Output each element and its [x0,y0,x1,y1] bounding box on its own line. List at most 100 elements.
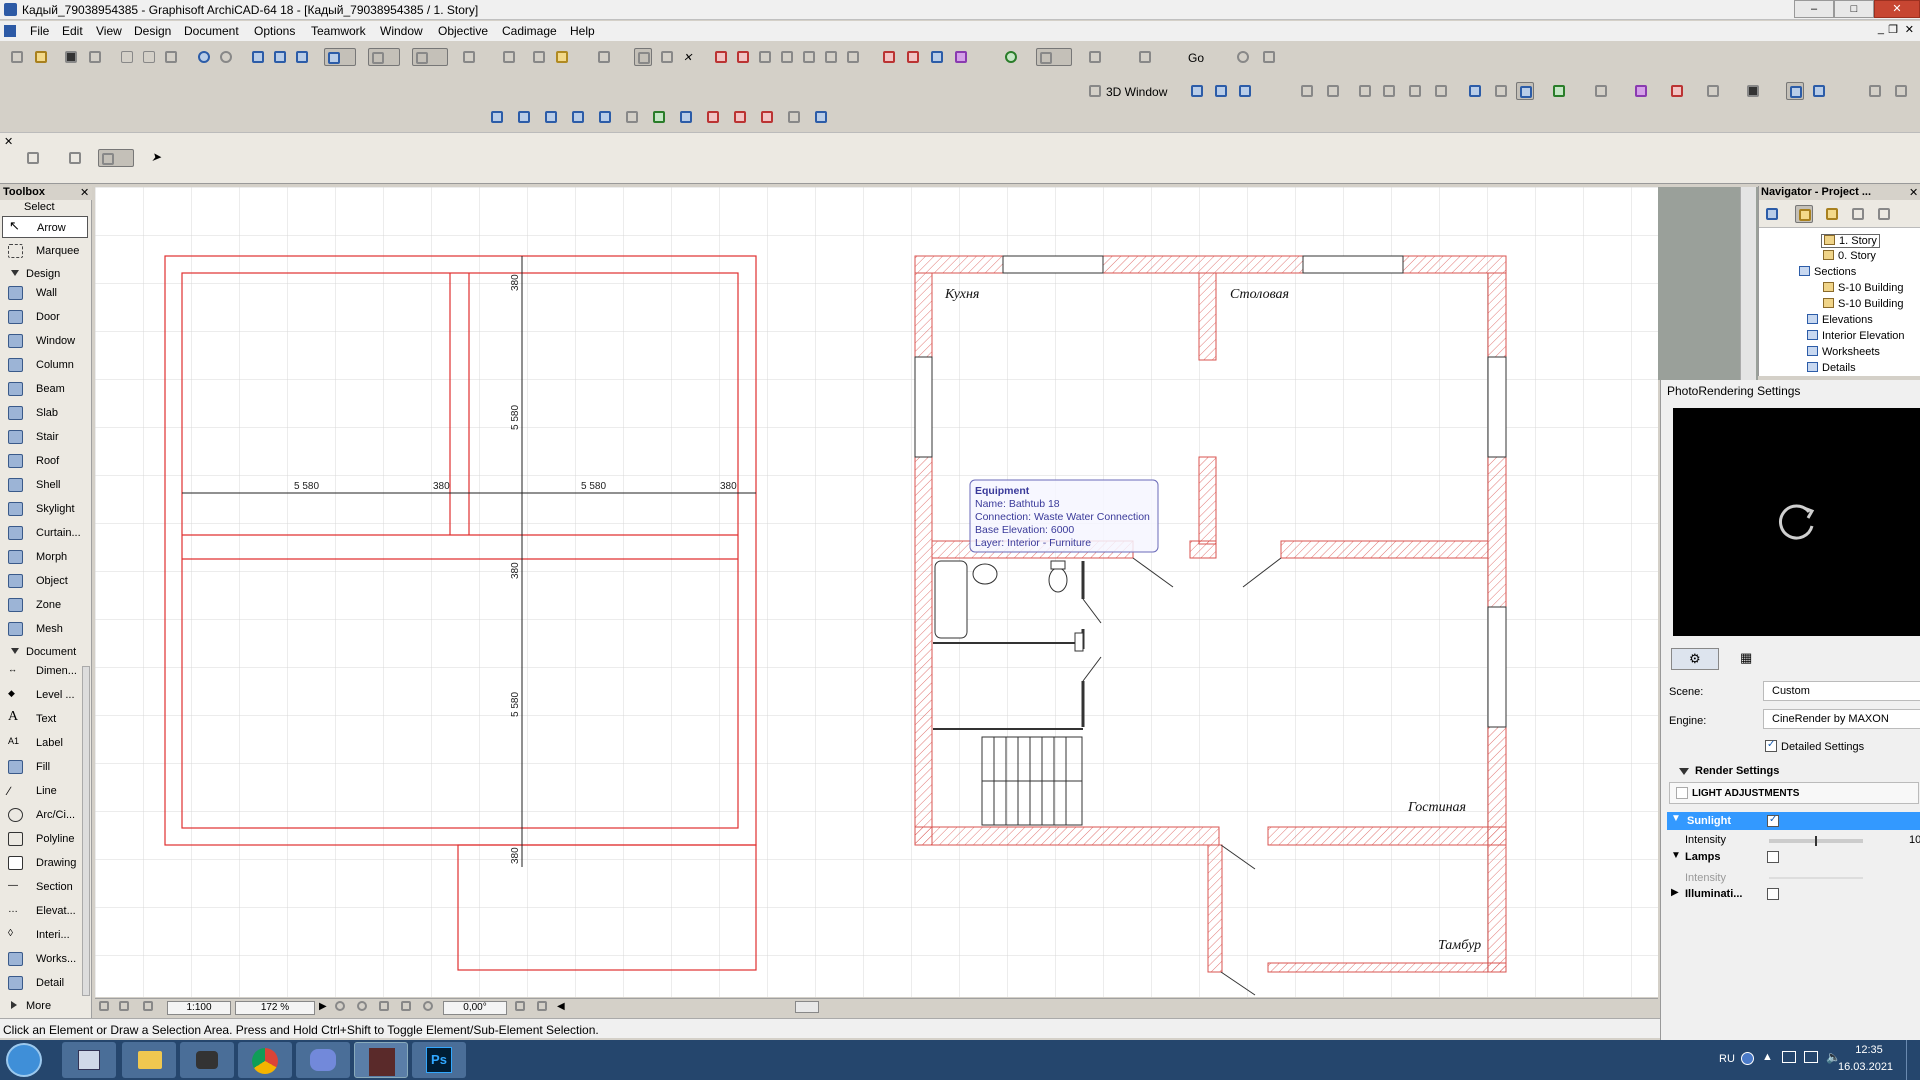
nav-item-details[interactable]: Details [1807,362,1856,374]
illumination-expand-icon[interactable]: ▶ [1671,887,1679,898]
copy-icon[interactable] [140,48,158,66]
tool-mesh[interactable]: Mesh [2,618,88,640]
section-3d-icon[interactable] [1406,82,1424,100]
cadimage-tool-1-icon[interactable] [488,108,506,126]
fit-window-icon[interactable] [399,999,415,1015]
fillet-icon[interactable] [822,48,840,66]
scroll-left-icon[interactable]: ◀ [557,1001,565,1012]
tool-elevation[interactable]: … Elevat... [2,900,88,922]
tool-zone[interactable]: Zone [2,594,88,616]
resize-icon[interactable] [904,48,922,66]
flag-tray-icon[interactable] [1782,1051,1796,1063]
room-label-kitchen[interactable]: Кухня [944,287,979,302]
tool-beam[interactable]: Beam [2,378,88,400]
mirror-icon[interactable] [712,48,730,66]
3d-window-icon[interactable] [1086,82,1104,100]
marquee-toolbar-icon[interactable] [634,48,652,66]
wall-vestibule-east[interactable] [1487,844,1507,973]
bathtub[interactable] [934,560,968,639]
wall-interior-h-right[interactable] [1280,540,1489,559]
teamwork-icon[interactable] [1002,48,1020,66]
cadimage-tool-2-icon[interactable] [515,108,533,126]
tool-line[interactable]: ∕ Line [2,780,88,802]
info-rotate-icon[interactable] [98,149,134,167]
clock-date[interactable]: 16.03.2021 [1838,1061,1893,1073]
solid-ops-icon[interactable] [952,48,970,66]
tool-window[interactable]: Window [2,330,88,352]
new-file-icon[interactable] [8,48,26,66]
menu-design[interactable]: Design [134,24,171,38]
inject-icon[interactable] [293,48,311,66]
3d-projection-icon[interactable] [1212,82,1230,100]
redo-icon[interactable] [217,48,235,66]
menu-objective[interactable]: Objective [438,24,488,38]
tool-polyline[interactable]: Polyline [2,828,88,850]
mdi-minimize-button[interactable]: _ [1878,23,1884,35]
illumination-checkbox[interactable] [1767,888,1779,900]
taskbar-explorer[interactable] [122,1042,176,1078]
stretch-icon[interactable] [928,48,946,66]
cadimage-tool-13-icon[interactable] [812,108,830,126]
clock-time[interactable]: 12:35 [1849,1044,1889,1056]
menu-cadimage[interactable]: Cadimage [502,24,557,38]
hammer-icon[interactable] [1866,82,1884,100]
window-north-2[interactable] [1302,255,1404,274]
zoom-field[interactable]: 172 % [235,1001,315,1015]
mdi-restore-button[interactable]: ❐ [1888,23,1898,36]
project-map-icon[interactable] [1763,205,1781,223]
language-indicator[interactable]: RU [1719,1053,1735,1065]
grid-display-icon[interactable] [1668,82,1686,100]
menu-teamwork[interactable]: Teamwork [311,24,366,38]
menu-view[interactable]: View [96,24,122,38]
nav-item-interior-elevation[interactable]: Interior Elevation [1807,330,1905,342]
run-icon[interactable] [1260,48,1278,66]
find-select-icon[interactable] [249,48,267,66]
sunlight-intensity-slider[interactable] [1769,836,1863,846]
menu-options[interactable]: Options [254,24,295,38]
house-icon[interactable] [1380,82,1398,100]
cadimage-tool-6-icon[interactable] [623,108,641,126]
nav-item-section-2[interactable]: S-10 Building [1823,298,1903,310]
wall-interior-vertical-top[interactable] [1198,272,1217,361]
cadimage-tool-10-icon[interactable] [731,108,749,126]
cadimage-tool-11-icon[interactable] [758,108,776,126]
3d-window-button[interactable]: 3D Window [1106,85,1167,99]
orbit-icon[interactable] [1324,82,1342,100]
window-east-2[interactable] [1487,606,1507,728]
refresh-icon[interactable] [1771,498,1821,548]
tool-arrow[interactable]: ↖ Arrow [2,216,88,238]
nav-item-story-1[interactable]: 1. Story [1821,234,1880,248]
menu-file[interactable]: File [30,24,49,38]
open-file-icon[interactable] [32,48,50,66]
tool-roof[interactable]: Roof [2,450,88,472]
taskbar-app-1[interactable] [62,1042,116,1078]
render-settings-collapse-icon[interactable] [1679,768,1689,775]
taskbar-photoshop[interactable]: Ps [412,1042,466,1078]
tray-expand-icon[interactable]: ▲ [1762,1051,1773,1063]
design-section-header[interactable]: Design [2,266,88,282]
zoom-arrow-icon[interactable]: ▶ [319,1001,327,1012]
taskbar-camera-app[interactable] [180,1042,234,1078]
sunlight-checkbox[interactable]: ✓ [1767,814,1779,827]
layers-icon[interactable] [530,48,548,66]
room-label-dining[interactable]: Столовая [1230,287,1289,302]
offset-icon[interactable] [880,48,898,66]
mic-icon[interactable] [1592,82,1610,100]
info-rect-icon[interactable] [66,149,84,167]
wall-south-east[interactable] [1267,826,1507,846]
tool-slab[interactable]: Slab [2,402,88,424]
window-west[interactable] [914,356,933,458]
navigator-close-icon[interactable]: ✕ [1909,186,1918,199]
cadimage-tool-5-icon[interactable] [596,108,614,126]
intersect-icon[interactable] [800,48,818,66]
tool-object[interactable]: Object [2,570,88,592]
tool-interior-elevation[interactable]: ◊ Interi... [2,924,88,946]
wall-interior-vertical-mid[interactable] [1198,456,1217,545]
help-tray-icon[interactable] [1741,1052,1754,1065]
tool-column[interactable]: Column [2,354,88,376]
walk-icon[interactable] [1298,82,1316,100]
window-north-1[interactable] [1002,255,1104,274]
3d-axes-icon[interactable] [1236,82,1254,100]
next-view-icon[interactable] [535,999,551,1015]
engine-dropdown[interactable]: CineRender by MAXON [1763,709,1920,729]
